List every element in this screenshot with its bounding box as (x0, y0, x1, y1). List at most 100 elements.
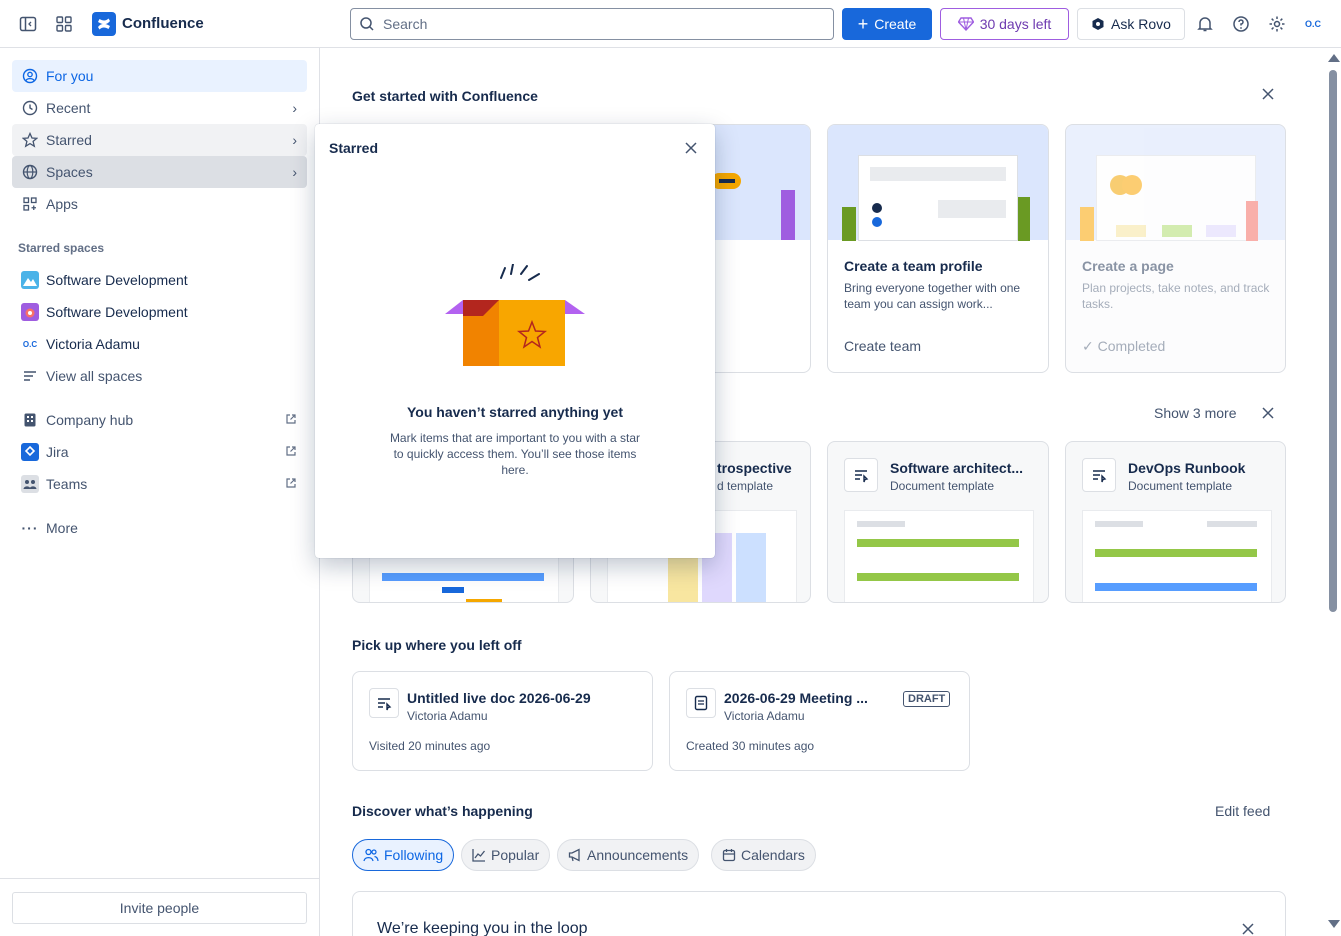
card-desc: Bring everyone together with one team yo… (844, 281, 1021, 311)
trial-button[interactable]: 30 days left (940, 8, 1069, 40)
show-more-button[interactable]: Show 3 more (1154, 405, 1236, 421)
people-icon (363, 848, 379, 862)
template-preview (844, 510, 1034, 602)
user-avatar[interactable]: O.C (1301, 12, 1325, 36)
recent-card-meeting[interactable]: 2026-06-29 Meeting ... DRAFT Victoria Ad… (669, 671, 970, 771)
scrollbar[interactable] (1325, 48, 1341, 936)
sidebar-item-label: More (46, 520, 78, 536)
ask-rovo-button[interactable]: Ask Rovo (1077, 8, 1185, 40)
globe-icon (20, 164, 40, 180)
confluence-logo-icon[interactable] (92, 12, 116, 36)
sidebar-space-victoria-adamu[interactable]: O.C Victoria Adamu (12, 328, 307, 360)
edit-feed-button[interactable]: Edit feed (1215, 803, 1270, 819)
recent-author: Victoria Adamu (407, 709, 488, 723)
create-label: Create (874, 16, 917, 32)
tab-announcements[interactable]: Announcements (557, 839, 700, 871)
user-circle-icon (20, 68, 40, 84)
sidebar-footer-divider (0, 878, 319, 879)
building-icon (20, 412, 40, 428)
notifications-bell-icon[interactable] (1193, 12, 1217, 36)
gem-icon (957, 17, 974, 31)
space-avatar-oc-icon: O.C (22, 339, 38, 349)
sidebar-space-software-development[interactable]: Software Development (12, 264, 307, 296)
rovo-label: Ask Rovo (1111, 16, 1171, 32)
space-avatar-mountain-icon (20, 271, 40, 289)
recent-title: Untitled live doc 2026-06-29 (407, 690, 591, 706)
live-doc-icon (1082, 458, 1116, 492)
scrollbar-thumb[interactable] (1329, 70, 1337, 612)
sidebar-item-label: Software Development (46, 304, 188, 320)
app-switcher-icon[interactable] (52, 12, 76, 36)
search-icon (360, 17, 374, 31)
scroll-up-arrow-icon[interactable] (1328, 54, 1340, 62)
empty-box-star-icon (443, 263, 587, 373)
scroll-down-arrow-icon[interactable] (1328, 920, 1340, 928)
tab-following[interactable]: Following (352, 839, 455, 871)
card-title: Create a team profile (844, 258, 983, 274)
invite-people-button[interactable]: Invite people (12, 892, 307, 924)
live-doc-icon (369, 688, 399, 718)
close-icon[interactable] (683, 140, 699, 159)
sidebar-view-all-spaces[interactable]: View all spaces (12, 360, 307, 392)
sidebar-item-label: Starred (46, 132, 92, 148)
sidebar-item-recent[interactable]: Recent › (12, 92, 307, 124)
template-card-devops-runbook[interactable]: DevOps Runbook Document template (1065, 441, 1286, 603)
sidebar-item-spaces[interactable]: Spaces › (12, 156, 307, 188)
sidebar-item-for-you[interactable]: For you (12, 60, 307, 92)
tab-label: Popular (491, 847, 540, 863)
help-icon[interactable] (1229, 12, 1253, 36)
more-dots-icon: ··· (21, 520, 39, 536)
sidebar-link-teams[interactable]: Teams (12, 468, 307, 500)
template-preview (1082, 510, 1272, 602)
sidebar-link-company-hub[interactable]: Company hub (12, 404, 307, 436)
tab-calendars[interactable]: Calendars (711, 839, 816, 871)
create-team-link[interactable]: Create team (844, 338, 921, 354)
popup-title: Starred (329, 140, 379, 156)
tab-label: Calendars (741, 847, 805, 863)
search-placeholder: Search (383, 16, 428, 32)
template-card-software-architecture[interactable]: Software architect... Document template (827, 441, 1049, 603)
template-subtitle: d template (717, 479, 774, 493)
calendar-icon (722, 849, 736, 862)
app-brand[interactable]: Confluence (122, 15, 204, 32)
sidebar-item-label: View all spaces (46, 368, 143, 384)
close-icon[interactable] (1241, 922, 1255, 936)
template-subtitle: Document template (1128, 479, 1233, 493)
jira-logo-icon (20, 443, 40, 461)
close-icon[interactable] (1260, 405, 1276, 424)
tab-popular[interactable]: Popular (461, 839, 551, 871)
recent-card-live-doc[interactable]: Untitled live doc 2026-06-29 Victoria Ad… (352, 671, 653, 771)
search-input[interactable]: Search (350, 8, 834, 40)
get-started-card-team-profile[interactable]: Create a team profile Bring everyone tog… (827, 124, 1049, 373)
clock-icon (20, 100, 40, 116)
trending-chart-icon (472, 849, 486, 862)
sidebar-item-label: Jira (46, 444, 69, 460)
sidebar-item-label: Victoria Adamu (46, 336, 140, 352)
template-title: Software architect... (890, 460, 1024, 476)
sidebar-item-label: For you (46, 68, 94, 84)
top-navigation: Confluence Search + Create 30 days left … (0, 0, 1341, 48)
sidebar-item-starred[interactable]: Starred › (12, 124, 307, 156)
check-icon: ✓ (1082, 338, 1098, 354)
settings-gear-icon[interactable] (1265, 12, 1289, 36)
trial-label: 30 days left (979, 16, 1052, 32)
sidebar-more[interactable]: ··· More (12, 512, 307, 544)
create-button[interactable]: + Create (842, 8, 932, 40)
recent-author: Victoria Adamu (724, 709, 805, 723)
sidebar-item-apps[interactable]: Apps (12, 188, 307, 220)
completed-label: Completed (1097, 338, 1166, 354)
card-title: Create a page (1082, 258, 1174, 274)
close-icon[interactable] (1260, 86, 1276, 105)
get-started-card-create-page[interactable]: Create a page Plan projects, take notes,… (1065, 124, 1286, 373)
template-subtitle: Document template (890, 479, 995, 493)
page-icon (686, 688, 716, 718)
chevron-right-icon: › (292, 132, 297, 148)
loop-title: We’re keeping you in the loop (377, 920, 588, 936)
sidebar-space-software-development-2[interactable]: Software Development (12, 296, 307, 328)
loop-card: We’re keeping you in the loop (352, 891, 1286, 936)
sidebar-toggle-icon[interactable] (16, 12, 40, 36)
live-doc-icon (844, 458, 878, 492)
card-illustration (1066, 125, 1285, 241)
sidebar-link-jira[interactable]: Jira (12, 436, 307, 468)
empty-state-description: Mark items that are important to you wit… (389, 431, 641, 477)
